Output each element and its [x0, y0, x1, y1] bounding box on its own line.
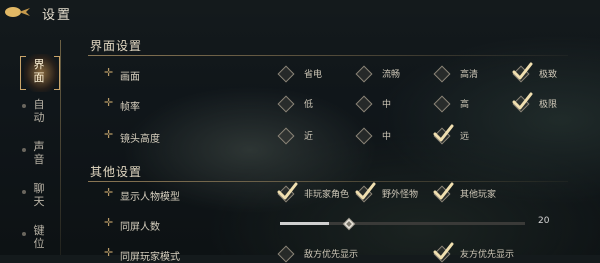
checkbox-diamond-icon [277, 95, 295, 113]
sidebar-item-label: 声音 [33, 140, 45, 166]
setting-label-player-mode: 同屏玩家模式 [120, 252, 180, 263]
active-bracket-left [20, 56, 26, 90]
sidebar-dot [22, 104, 26, 108]
logo-icon [5, 7, 30, 17]
page-title: 设置 [42, 8, 73, 23]
sidebar-dot [22, 190, 26, 194]
sidebar: 界面 自动 声音 聊天 键位 [0, 36, 70, 255]
header: 设置 [0, 0, 600, 28]
plus-icon: ✛ [104, 128, 114, 141]
sidebar-dot [22, 148, 26, 152]
setting-label-onscreen-count: 同屏人数 [120, 222, 160, 233]
option-label: 极限 [539, 100, 558, 110]
checkmark-icon [433, 242, 454, 260]
checkbox-diamond-icon [433, 95, 451, 113]
setting-label-quality: 画面 [120, 72, 140, 83]
option-label: 高 [460, 100, 470, 110]
checkbox-diamond-icon [277, 245, 295, 263]
section-title-other: 其他设置 [90, 165, 143, 179]
setting-label-show-models: 显示人物模型 [120, 192, 180, 203]
option-label: 非玩家角色 [304, 190, 350, 200]
plus-icon: ✛ [104, 96, 114, 109]
option-label: 远 [460, 132, 470, 142]
checkbox-diamond-icon [277, 127, 295, 145]
section-divider [88, 55, 568, 56]
option-label: 其他玩家 [460, 190, 497, 200]
plus-icon: ✛ [104, 186, 114, 199]
plus-icon: ✛ [104, 66, 114, 79]
sidebar-item-keys[interactable]: 键位 [30, 224, 48, 250]
sidebar-divider [60, 40, 61, 255]
option-label: 省电 [304, 70, 323, 80]
checkmark-icon [355, 182, 376, 200]
checkbox-diamond-icon [355, 65, 373, 83]
section-title-interface: 界面设置 [90, 39, 143, 53]
option-label: 野外怪物 [382, 190, 419, 200]
option-label: 高清 [460, 70, 479, 80]
onscreen-count-slider[interactable] [280, 222, 525, 225]
section-divider [88, 181, 568, 182]
slider-fill [280, 222, 329, 225]
checkbox-diamond-icon [433, 65, 451, 83]
checkmark-icon [277, 182, 298, 200]
sidebar-item-sound[interactable]: 声音 [30, 140, 48, 166]
checkmark-icon [512, 92, 533, 110]
plus-icon: ✛ [104, 216, 114, 229]
sidebar-item-label: 自动 [33, 98, 45, 124]
sidebar-item-label: 键位 [33, 224, 45, 250]
sidebar-item-label: 界面 [33, 58, 45, 84]
checkbox-diamond-icon [355, 127, 373, 145]
option-label: 极致 [539, 70, 558, 80]
sidebar-item-label: 聊天 [33, 182, 45, 208]
checkmark-icon [433, 124, 454, 142]
sidebar-item-interface[interactable]: 界面 [30, 58, 48, 84]
plus-icon: ✛ [104, 246, 114, 259]
option-label: 低 [304, 100, 314, 110]
setting-label-framerate: 帧率 [120, 102, 140, 113]
option-label: 友方优先显示 [460, 250, 515, 260]
option-label: 近 [304, 132, 314, 142]
slider-value: 20 [538, 216, 550, 226]
checkbox-diamond-icon [355, 95, 373, 113]
sidebar-item-auto[interactable]: 自动 [30, 98, 48, 124]
sidebar-dot [22, 232, 26, 236]
slider-thumb-icon[interactable] [342, 217, 356, 231]
option-label: 中 [382, 132, 392, 142]
setting-label-camera-height: 镜头高度 [120, 134, 160, 145]
active-bracket-right [54, 56, 60, 90]
option-label: 中 [382, 100, 392, 110]
option-label: 敌方优先显示 [304, 250, 359, 260]
sidebar-item-chat[interactable]: 聊天 [30, 182, 48, 208]
checkmark-icon [512, 62, 533, 80]
checkbox-diamond-icon [277, 65, 295, 83]
checkmark-icon [433, 182, 454, 200]
option-label: 流畅 [382, 70, 401, 80]
